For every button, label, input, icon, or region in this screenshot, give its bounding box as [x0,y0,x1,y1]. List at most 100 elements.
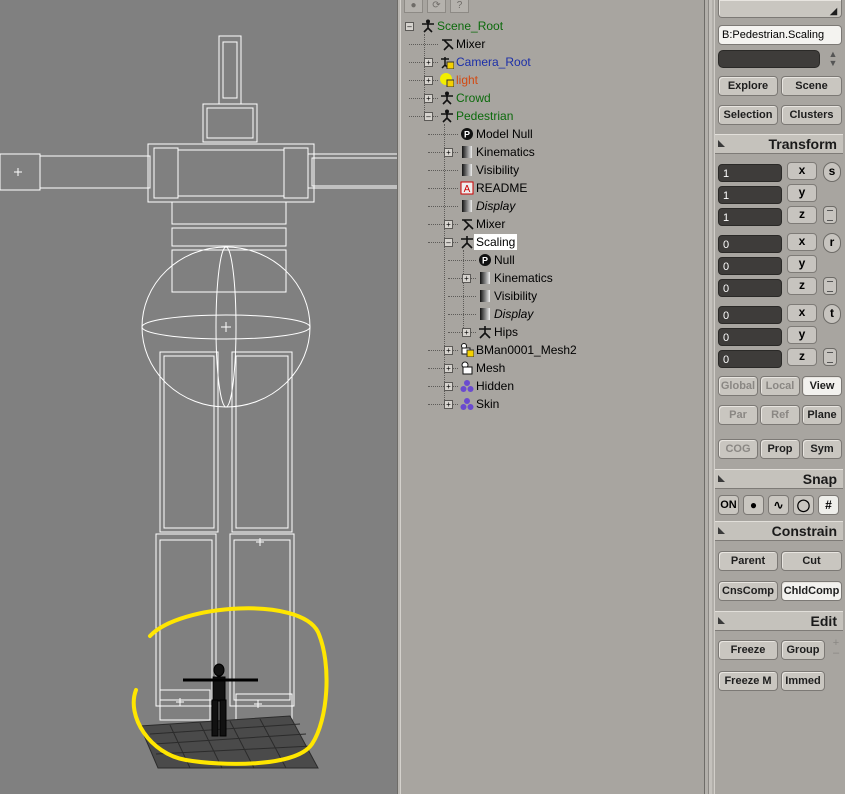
3d-viewport[interactable] [0,0,397,794]
chldcomp-button[interactable]: ChldComp [781,581,842,601]
rotate-mode-button[interactable]: r [823,233,841,253]
tree-expander[interactable]: + [462,274,471,283]
tree-node[interactable]: – Scene_Root [401,17,701,35]
scale-y-axis-button[interactable]: y [787,184,817,202]
par-button[interactable]: Par [718,405,758,425]
translate-z-axis-button[interactable]: z [787,348,817,366]
tree-node[interactable]: + Skin [401,395,701,413]
tree-expander[interactable]: + [424,58,433,67]
lock-icon[interactable]: ● [404,0,423,13]
translate-rolls-icon[interactable] [823,348,837,366]
plane-button[interactable]: Plane [802,405,842,425]
selection-name-field[interactable]: B:Pedestrian.Scaling [718,25,842,45]
cut-button[interactable]: Cut [781,551,842,571]
tree-node[interactable]: Mixer [401,35,701,53]
tree-node[interactable]: – Scaling [401,233,701,251]
tree-expander[interactable]: + [424,76,433,85]
plus-minus-icon[interactable]: + – [829,638,843,659]
tree-expander[interactable]: + [444,346,453,355]
translate-x-field[interactable]: 0 [718,306,782,324]
tree-node[interactable]: + Mesh [401,359,701,377]
rotate-y-field[interactable]: 0 [718,257,782,275]
tree-node[interactable]: + Kinematics [401,269,701,287]
tree-node[interactable]: + Hips [401,323,701,341]
tree-expander[interactable]: – [444,238,453,247]
local-button[interactable]: Local [760,376,800,396]
constrain-section-header[interactable]: Constrain [715,521,843,541]
panel-splitter[interactable] [704,0,715,794]
tree-node[interactable]: Display [401,305,701,323]
help-icon[interactable]: ? [450,0,469,13]
rotate-rolls-icon[interactable] [823,277,837,295]
group-button[interactable]: Group [781,640,825,660]
snap-grid-icon[interactable]: # [818,495,839,515]
cog-button[interactable]: COG [718,439,758,459]
explore-button[interactable]: Explore [718,76,778,96]
tree-expander[interactable]: – [424,112,433,121]
selection-button[interactable]: Selection [718,105,778,125]
tree-node[interactable]: Display [401,197,701,215]
rotate-x-field[interactable]: 0 [718,235,782,253]
tree-node[interactable]: A README [401,179,701,197]
scale-x-axis-button[interactable]: x [787,162,817,180]
scale-rolls-icon[interactable] [823,206,837,224]
rotate-x-axis-button[interactable]: x [787,233,817,251]
tree-node[interactable]: – Pedestrian [401,107,701,125]
immed-button[interactable]: Immed [781,671,825,691]
scroll-arrows-icon[interactable]: ▲ ▼ [823,50,843,70]
scene-explorer[interactable]: ● ⟳ ? – Scene_Root Mixer + Camera_Root + light… [401,0,704,794]
translate-y-field[interactable]: 0 [718,328,782,346]
transform-section-header[interactable]: Transform [715,134,843,154]
tree-node[interactable]: P Model Null [401,125,701,143]
tree-expander[interactable]: + [444,382,453,391]
tree-node[interactable]: + BMan0001_Mesh2 [401,341,701,359]
tree-expander[interactable]: + [444,364,453,373]
freeze-button[interactable]: Freeze [718,640,778,660]
tree-expander[interactable]: + [444,400,453,409]
panel-menu-button[interactable]: ◢ [718,0,842,18]
freeze-m-button[interactable]: Freeze M [718,671,778,691]
translate-y-axis-button[interactable]: y [787,326,817,344]
tree-node[interactable]: P Null [401,251,701,269]
rotate-z-axis-button[interactable]: z [787,277,817,295]
ref-button[interactable]: Ref [760,405,800,425]
tree-node[interactable]: + Kinematics [401,143,701,161]
tree-expander[interactable]: + [424,94,433,103]
selection-filter-field[interactable] [718,50,820,68]
rotate-y-axis-button[interactable]: y [787,255,817,273]
tree-node[interactable]: + Mixer [401,215,701,233]
parent-button[interactable]: Parent [718,551,778,571]
tree-node[interactable]: + light [401,71,701,89]
tree-expander[interactable]: + [462,328,471,337]
tree-node[interactable]: + Crowd [401,89,701,107]
snap-section-header[interactable]: Snap [715,469,843,489]
scale-z-field[interactable]: 1 [718,208,782,226]
refresh-icon[interactable]: ⟳ [427,0,446,13]
scale-y-field[interactable]: 1 [718,186,782,204]
cnscomp-button[interactable]: CnsComp [718,581,778,601]
rotate-z-field[interactable]: 0 [718,279,782,297]
scale-mode-button[interactable]: s [823,162,841,182]
scale-z-axis-button[interactable]: z [787,206,817,224]
translate-mode-button[interactable]: t [823,304,841,324]
tree-expander[interactable]: – [405,22,414,31]
tree-expander[interactable]: + [444,148,453,157]
scale-x-field[interactable]: 1 [718,164,782,182]
sym-button[interactable]: Sym [802,439,842,459]
translate-z-field[interactable]: 0 [718,350,782,368]
snap-on-button[interactable]: ON [718,495,739,515]
tree-node[interactable]: Visibility [401,161,701,179]
snap-surface-icon[interactable]: ◯ [793,495,814,515]
tree-node[interactable]: Visibility [401,287,701,305]
prop-button[interactable]: Prop [760,439,800,459]
global-button[interactable]: Global [718,376,758,396]
edit-section-header[interactable]: Edit [715,611,843,631]
view-button[interactable]: View [802,376,842,396]
scene-button[interactable]: Scene [781,76,842,96]
snap-curves-icon[interactable]: ∿ [768,495,789,515]
clusters-button[interactable]: Clusters [781,105,842,125]
tree-node[interactable]: + Hidden [401,377,701,395]
translate-x-axis-button[interactable]: x [787,304,817,322]
tree-node[interactable]: + Camera_Root [401,53,701,71]
tree-expander[interactable]: + [444,220,453,229]
